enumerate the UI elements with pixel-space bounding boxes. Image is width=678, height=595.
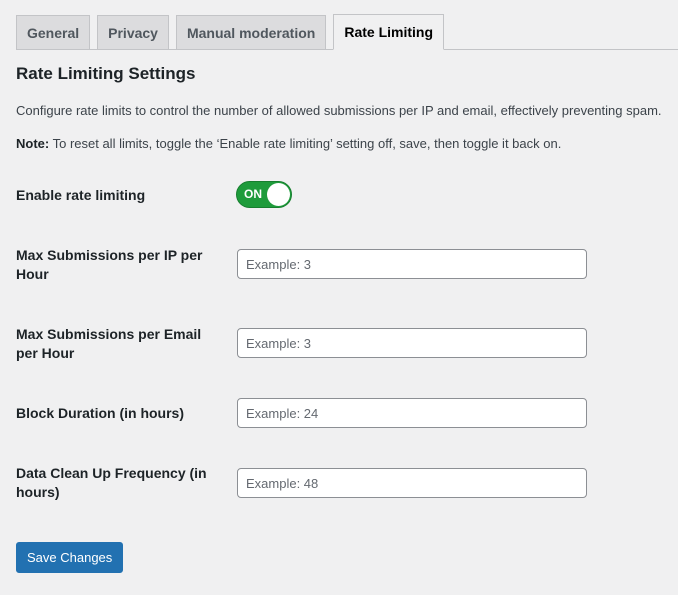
section-note: Note: To reset all limits, toggle the ‘E…: [16, 136, 561, 151]
save-changes-button[interactable]: Save Changes: [16, 542, 124, 573]
block-duration-input[interactable]: [237, 398, 587, 428]
cleanup-frequency-label: Data Clean Up Frequency (in hours): [16, 465, 207, 500]
enable-rate-limiting-toggle[interactable]: ON: [236, 181, 292, 208]
tab-manual-moderation[interactable]: Manual moderation: [175, 15, 327, 49]
toggle-knob: [267, 183, 290, 206]
settings-tabs: General Privacy Manual moderation Rate L…: [16, 14, 678, 50]
tab-general[interactable]: General: [16, 15, 91, 49]
section-description: Configure rate limits to control the num…: [16, 103, 662, 118]
block-duration-label: Block Duration (in hours): [16, 405, 184, 421]
max-ip-input[interactable]: [237, 249, 587, 279]
max-email-input[interactable]: [237, 328, 587, 358]
max-ip-label: Max Submissions per IP per Hour: [16, 247, 203, 282]
tab-privacy[interactable]: Privacy: [97, 15, 169, 49]
max-email-label: Max Submissions per Email per Hour: [16, 326, 202, 361]
toggle-state: ON: [244, 187, 262, 201]
section-title: Rate Limiting Settings: [16, 64, 196, 83]
note-text: To reset all limits, toggle the ‘Enable …: [49, 136, 562, 151]
enable-rate-limiting-label: Enable rate limiting: [16, 187, 146, 203]
note-label: Note:: [16, 136, 50, 151]
cleanup-frequency-input[interactable]: [237, 468, 587, 498]
tab-rate-limiting[interactable]: Rate Limiting: [333, 14, 444, 50]
